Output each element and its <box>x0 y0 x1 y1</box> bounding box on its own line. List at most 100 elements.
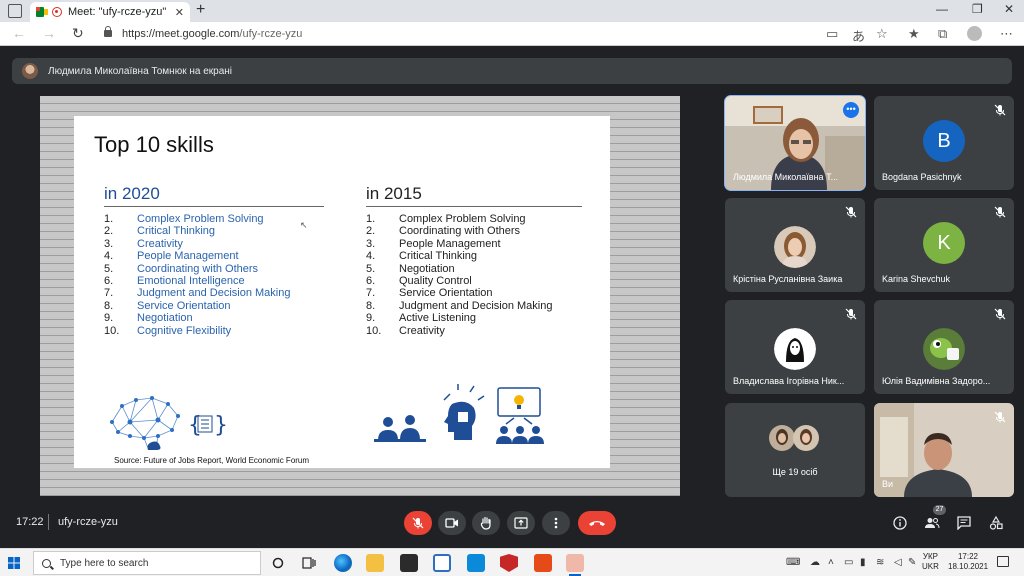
tab-title: Meet: "ufy-rcze-yzu" <box>68 6 167 18</box>
skill-text: Negotiation <box>399 262 455 275</box>
skill-item: 2. Critical Thinking <box>104 225 290 237</box>
skill-text: Coordinating with Others <box>137 262 259 275</box>
google-meet-icon <box>36 7 48 17</box>
skill-number: 6. <box>104 275 114 288</box>
others-avatars <box>769 425 819 451</box>
browser-tabstrip: Meet: "ufy-rcze-yzu" ✕ + — ❐ ✕ <box>0 0 1024 22</box>
taskbar-search[interactable]: Type here to search <box>33 551 261 575</box>
activities-button[interactable] <box>987 514 1005 532</box>
collections-icon[interactable]: ⧉ <box>938 26 947 42</box>
keyboard-icon[interactable]: ⌨ <box>786 557 800 568</box>
mcafee-icon[interactable] <box>500 554 518 572</box>
raise-hand-button[interactable] <box>472 511 500 535</box>
back-arrow-icon[interactable]: ← <box>12 25 26 41</box>
skill-number: 3. <box>366 237 376 250</box>
task-view-icon[interactable] <box>302 557 316 569</box>
present-screen-button[interactable] <box>507 511 535 535</box>
settings-more-icon[interactable]: ⋯ <box>1000 26 1013 42</box>
profile-icon[interactable] <box>967 26 982 41</box>
window-restore-button[interactable]: ❐ <box>972 2 983 16</box>
camera-toggle-button[interactable] <box>438 511 466 535</box>
windows-start-icon[interactable] <box>8 557 20 569</box>
participant-tile[interactable]: B Bogdana Pasichnyk <box>874 96 1014 190</box>
tab-close-icon[interactable]: ✕ <box>175 6 184 19</box>
activities-icon <box>989 516 1003 530</box>
skill-text: Creativity <box>137 237 183 250</box>
system-clock[interactable]: 17:22 18.10.2021 <box>948 552 988 572</box>
app-icon[interactable] <box>467 554 485 572</box>
chat-button[interactable] <box>955 514 973 532</box>
address-bar[interactable]: https://meet.google.com/ufy-rcze-yzu <box>122 28 302 40</box>
mouse-cursor-icon: ↖ <box>300 220 308 230</box>
skill-item: 1. Complex Problem Solving <box>104 213 290 225</box>
store-icon[interactable] <box>400 554 418 572</box>
skill-text: People Management <box>399 237 501 250</box>
skill-text: Critical Thinking <box>137 225 216 238</box>
participant-tile[interactable]: Юлія Вадимівна Задоро... <box>874 300 1014 394</box>
add-favorite-icon[interactable]: ☆ <box>876 26 888 42</box>
volume-icon[interactable]: ◁ <box>894 557 902 568</box>
more-options-button[interactable] <box>542 511 570 535</box>
skill-number: 1. <box>366 213 376 225</box>
translate-icon[interactable]: あ <box>852 26 865 45</box>
heading-2020: in 2020 <box>104 184 160 203</box>
skill-number: 8. <box>104 299 114 312</box>
window-close-button[interactable]: ✕ <box>1004 2 1014 16</box>
svg-text:}: } <box>214 413 228 438</box>
new-tab-button[interactable]: + <box>196 1 205 19</box>
show-hidden-icons-icon[interactable]: ˄ <box>828 557 834 568</box>
skill-number: 8. <box>366 299 376 312</box>
mic-off-icon <box>845 206 857 218</box>
more-options-icon[interactable]: ••• <box>843 102 859 118</box>
skill-text: Judgment and Decision Making <box>137 287 291 300</box>
self-view-tile[interactable]: Ви <box>874 403 1014 497</box>
meeting-details-button[interactable] <box>891 514 909 532</box>
pen-icon[interactable]: ✎ <box>908 557 916 568</box>
clock-time: 17:22 <box>957 552 979 561</box>
skill-number: 2. <box>366 225 376 238</box>
active-browser-app-icon[interactable] <box>566 554 584 576</box>
skill-number: 6. <box>366 275 376 288</box>
mail-icon[interactable] <box>433 554 451 572</box>
lock-icon[interactable] <box>104 26 112 37</box>
participant-tile[interactable]: K Karina Shevchuk <box>874 198 1014 292</box>
battery-icon[interactable]: ▮ <box>860 557 866 568</box>
notifications-icon[interactable] <box>997 556 1009 567</box>
leave-call-button[interactable] <box>578 511 616 535</box>
reload-icon[interactable]: ↻ <box>72 25 84 42</box>
participant-tile[interactable]: Крістіна Русланівна Заика <box>725 198 865 292</box>
skill-text: Judgment and Decision Making <box>399 299 553 312</box>
skill-number: 4. <box>104 250 114 263</box>
window-minimize-button[interactable]: — <box>936 2 948 16</box>
info-icon <box>893 516 907 530</box>
recording-indicator-icon <box>52 7 62 17</box>
skill-text: Complex Problem Solving <box>399 213 526 225</box>
people-button[interactable] <box>923 514 941 532</box>
skill-text: Quality Control <box>399 275 472 288</box>
forward-arrow-icon[interactable]: → <box>42 25 56 41</box>
mic-off-icon <box>994 411 1006 423</box>
file-explorer-icon[interactable] <box>366 554 384 572</box>
participant-name: Крістіна Русланівна Заика <box>733 274 843 284</box>
skill-number: 5. <box>104 262 114 275</box>
microphone-toggle-button[interactable] <box>404 511 432 535</box>
participant-tile[interactable]: ••• Людмила Миколаївна Т... <box>724 95 866 191</box>
weather-icon[interactable]: ☁ <box>810 557 820 568</box>
skill-item: 3. Creativity <box>104 238 290 250</box>
participant-tile[interactable]: Владислава Ігорівна Ник... <box>725 300 865 394</box>
camera-permission-icon[interactable]: ▭ <box>826 26 838 42</box>
office-icon[interactable] <box>534 554 552 572</box>
cortana-icon[interactable] <box>272 557 284 569</box>
folder-tray-icon[interactable]: ▭ <box>844 557 853 568</box>
hand-icon <box>480 516 491 530</box>
mic-off-icon <box>994 206 1006 218</box>
browser-tab-meet[interactable]: Meet: "ufy-rcze-yzu" ✕ <box>30 2 190 22</box>
skill-item: 5. Negotiation <box>366 263 552 275</box>
wifi-icon[interactable]: ≋ <box>876 557 884 568</box>
edge-browser-icon[interactable] <box>334 554 352 572</box>
input-language[interactable]: УКР UKR <box>922 552 939 572</box>
tab-actions-icon[interactable] <box>8 4 22 18</box>
others-tile[interactable]: Ще 19 осіб <box>725 403 865 497</box>
slide-source: Source: Future of Jobs Report, World Eco… <box>114 456 310 465</box>
favorites-icon[interactable]: ★ <box>908 26 920 42</box>
